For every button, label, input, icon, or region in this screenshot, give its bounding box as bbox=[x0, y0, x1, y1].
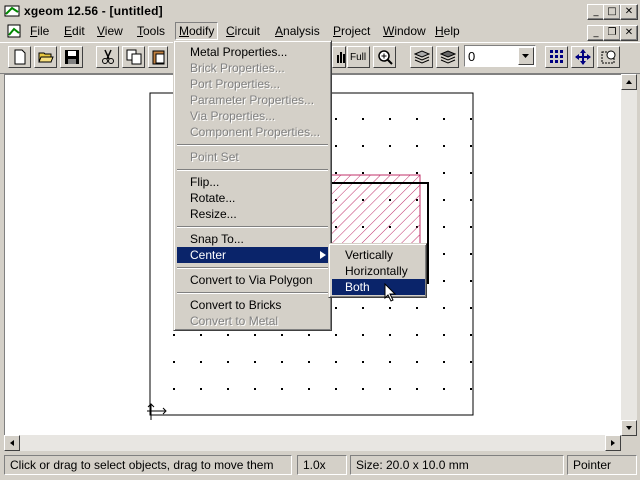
menu-circuit[interactable]: Circuit bbox=[226, 24, 260, 38]
menu-separator bbox=[177, 144, 328, 146]
menu-item-port-properties[interactable]: Port Properties... bbox=[177, 76, 280, 92]
window-title: xgeom 12.56 - [untitled] bbox=[24, 4, 163, 18]
new-button[interactable] bbox=[8, 46, 31, 68]
mouse-pointer-icon bbox=[384, 283, 396, 302]
pan-button[interactable] bbox=[571, 46, 594, 68]
new-file-icon bbox=[14, 49, 26, 65]
menu-separator bbox=[177, 226, 328, 228]
menu-edit[interactable]: Edit bbox=[64, 24, 85, 38]
menu-item-flip[interactable]: Flip... bbox=[177, 174, 219, 190]
scroll-corner bbox=[621, 436, 637, 452]
zoom-full-button[interactable]: Full bbox=[347, 46, 370, 68]
copy-icon bbox=[126, 49, 142, 65]
menu-item-component-properties[interactable]: Component Properties... bbox=[177, 124, 320, 140]
horizontal-scrollbar[interactable] bbox=[4, 435, 621, 451]
menu-window[interactable]: Window bbox=[383, 24, 426, 38]
status-size: Size: 20.0 x 10.0 mm bbox=[350, 455, 564, 475]
menu-item-rotate[interactable]: Rotate... bbox=[177, 190, 235, 206]
modify-menu: Metal Properties... Brick Properties... … bbox=[173, 40, 332, 331]
menu-file[interactable]: File bbox=[30, 24, 49, 38]
brick-layer-button[interactable] bbox=[410, 46, 433, 68]
menu-separator bbox=[177, 267, 328, 269]
scroll-right-button[interactable] bbox=[605, 435, 621, 451]
menu-item-convert-to-via-polygon[interactable]: Convert to Via Polygon bbox=[177, 272, 313, 288]
hand-tool-button[interactable] bbox=[332, 46, 346, 68]
submenu-item-both[interactable]: Both bbox=[332, 279, 425, 295]
menu-item-metal-properties[interactable]: Metal Properties... bbox=[177, 44, 287, 60]
menu-item-center[interactable]: Center bbox=[177, 247, 330, 263]
menu-item-resize[interactable]: Resize... bbox=[177, 206, 237, 222]
menu-analysis[interactable]: Analysis bbox=[275, 24, 320, 38]
level-combo[interactable]: 0 bbox=[464, 45, 536, 67]
center-submenu: Vertically Horizontally Both bbox=[328, 243, 427, 298]
grid-button[interactable] bbox=[545, 46, 568, 68]
menu-bar: File Edit View Tools Modify Circuit Anal… bbox=[0, 22, 640, 41]
menu-help[interactable]: Help bbox=[435, 24, 460, 38]
scroll-left-button[interactable] bbox=[4, 435, 20, 451]
move-arrows-icon bbox=[575, 49, 591, 65]
menu-item-convert-to-metal[interactable]: Convert to Metal bbox=[177, 313, 278, 329]
metal-layer-button[interactable] bbox=[436, 46, 459, 68]
close-button[interactable]: ✕ bbox=[620, 4, 638, 20]
menu-separator bbox=[177, 169, 328, 171]
menu-item-convert-to-bricks[interactable]: Convert to Bricks bbox=[177, 297, 281, 313]
zoom-in-button[interactable] bbox=[373, 46, 396, 68]
brick-layer-icon bbox=[414, 50, 430, 64]
app-icon bbox=[4, 5, 20, 17]
scroll-down-button[interactable] bbox=[621, 420, 637, 436]
cut-button[interactable] bbox=[96, 46, 119, 68]
dropdown-arrow-icon bbox=[522, 54, 529, 58]
menu-separator bbox=[177, 292, 328, 294]
submenu-arrow-icon bbox=[320, 251, 326, 259]
submenu-item-vertically[interactable]: Vertically bbox=[332, 247, 393, 263]
hand-icon bbox=[337, 52, 345, 63]
menu-item-parameter-properties[interactable]: Parameter Properties... bbox=[177, 92, 314, 108]
scissors-icon bbox=[102, 49, 114, 64]
menu-item-center-label: Center bbox=[190, 248, 227, 262]
copy-button[interactable] bbox=[122, 46, 145, 68]
open-button[interactable] bbox=[34, 46, 57, 68]
menu-item-via-properties[interactable]: Via Properties... bbox=[177, 108, 275, 124]
level-combo-value: 0 bbox=[468, 49, 476, 64]
document-icon[interactable] bbox=[6, 24, 22, 38]
menu-tools[interactable]: Tools bbox=[137, 24, 165, 38]
status-bar: Click or drag to select objects, drag to… bbox=[0, 452, 640, 480]
menu-modify[interactable]: Modify bbox=[175, 22, 219, 40]
level-combo-dropdown[interactable] bbox=[518, 47, 534, 65]
zoom-full-label: Full bbox=[350, 52, 367, 63]
title-bar: xgeom 12.56 - [untitled] _ □ ✕ bbox=[0, 0, 640, 22]
save-disk-icon bbox=[65, 50, 79, 64]
paste-button[interactable] bbox=[148, 46, 168, 68]
menu-item-snap-to[interactable]: Snap To... bbox=[177, 231, 244, 247]
status-mode: Pointer bbox=[567, 455, 637, 475]
arrow-right-icon bbox=[611, 440, 615, 446]
zoom-box-button[interactable] bbox=[597, 46, 620, 68]
magnifier-icon bbox=[378, 50, 393, 65]
metal-layer-icon bbox=[440, 50, 456, 64]
status-zoom: 1.0x bbox=[297, 455, 347, 475]
open-folder-icon bbox=[38, 52, 54, 63]
scroll-up-button[interactable] bbox=[621, 74, 637, 90]
menu-view[interactable]: View bbox=[97, 24, 123, 38]
grid-dots-icon bbox=[550, 50, 563, 63]
arrow-up-icon bbox=[626, 80, 632, 84]
menu-item-brick-properties[interactable]: Brick Properties... bbox=[177, 60, 285, 76]
paste-icon bbox=[152, 50, 165, 65]
status-hint: Click or drag to select objects, drag to… bbox=[4, 455, 292, 475]
arrow-down-icon bbox=[626, 426, 632, 430]
doc-restore-button[interactable]: ❐ bbox=[603, 25, 621, 41]
vertical-scrollbar[interactable] bbox=[621, 74, 637, 436]
doc-close-button[interactable]: ✕ bbox=[620, 25, 638, 41]
menu-item-point-set[interactable]: Point Set bbox=[177, 149, 239, 165]
arrow-left-icon bbox=[10, 440, 14, 446]
submenu-item-horizontally[interactable]: Horizontally bbox=[332, 263, 408, 279]
zoom-box-icon bbox=[601, 50, 616, 64]
save-button[interactable] bbox=[60, 46, 83, 68]
maximize-button[interactable]: □ bbox=[603, 4, 621, 20]
menu-project[interactable]: Project bbox=[333, 24, 370, 38]
